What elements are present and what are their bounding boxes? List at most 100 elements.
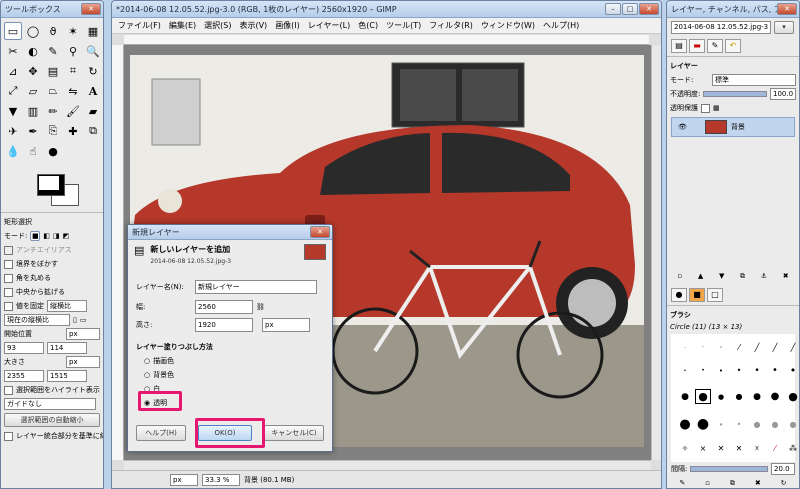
color-select-icon[interactable]: ▦ xyxy=(84,22,102,40)
menu-filters[interactable]: フィルタ(R) xyxy=(429,18,473,33)
brush-icon[interactable]: ● xyxy=(772,420,779,429)
duplicate-icon[interactable]: ⧉ xyxy=(740,272,745,281)
brush-icon[interactable]: ✕ xyxy=(736,444,743,453)
close-icon[interactable]: ✕ xyxy=(310,226,330,238)
width-input[interactable]: 2560 xyxy=(195,300,253,314)
radio-icon[interactable]: ○ xyxy=(144,357,150,365)
channels-tab-icon[interactable]: ▬ xyxy=(689,39,705,53)
airbrush-icon[interactable]: ✈ xyxy=(4,122,22,140)
rotate-icon[interactable]: ↻ xyxy=(84,62,102,80)
brush-icon[interactable]: • xyxy=(790,364,797,377)
highlight-row[interactable]: 選択範囲をハイライト表示 xyxy=(4,383,100,397)
blend-icon[interactable]: ▥ xyxy=(24,102,42,120)
anchor-icon[interactable]: ⚓ xyxy=(761,272,767,280)
horizontal-ruler[interactable] xyxy=(124,35,649,45)
pencil-icon[interactable]: ✏ xyxy=(44,102,62,120)
brush-icon[interactable]: ● xyxy=(718,393,724,401)
menu-windows[interactable]: ウィンドウ(W) xyxy=(481,18,535,33)
menu-edit[interactable]: 編集(E) xyxy=(169,18,196,33)
paths-tab-icon[interactable]: ✎ xyxy=(707,39,723,53)
brush-icon[interactable]: ● xyxy=(679,417,690,432)
eye-icon[interactable]: 👁 xyxy=(678,123,687,131)
brush-icon[interactable]: • xyxy=(737,420,742,429)
menu-help[interactable]: ヘルプ(H) xyxy=(543,18,579,33)
brush-icon[interactable]: ● xyxy=(681,392,689,402)
chain-icon[interactable]: ⛓ xyxy=(256,303,265,311)
flip-icon[interactable]: ⇋ xyxy=(64,82,82,100)
merge-row[interactable]: レイヤー統合部分を基準に縮小 xyxy=(4,429,103,443)
brush-icon[interactable]: ✧ xyxy=(682,444,689,453)
brush-icon[interactable]: ⁂ xyxy=(789,444,797,453)
expand-center-checkbox[interactable] xyxy=(4,287,13,297)
brush-icon[interactable]: · xyxy=(684,345,686,351)
brush-icon[interactable]: • xyxy=(701,367,705,374)
foreground-select-icon[interactable]: ◐ xyxy=(24,42,42,60)
brush-icon[interactable]: • xyxy=(684,368,687,374)
mode-replace-icon[interactable]: ■ xyxy=(30,231,41,241)
auto-button[interactable]: ▾ xyxy=(774,20,794,34)
dodge-burn-icon[interactable]: ● xyxy=(44,142,62,160)
opacity-slider[interactable] xyxy=(703,91,767,97)
size-h-field[interactable]: 1515 xyxy=(47,370,87,382)
blur-icon[interactable]: 💧 xyxy=(4,142,22,160)
lasso-icon[interactable]: ϑ xyxy=(44,22,62,40)
menu-tools[interactable]: ツール(T) xyxy=(386,18,421,33)
auto-shrink-button[interactable]: 選択範囲の自動縮小 xyxy=(4,413,100,427)
align-icon[interactable]: ▤ xyxy=(44,62,62,80)
brush-icon[interactable]: ● xyxy=(697,416,709,432)
size-w-field[interactable]: 2355 xyxy=(4,370,44,382)
fill-fg-row[interactable]: ○ 描画色 xyxy=(136,354,324,368)
brush-selected-icon[interactable]: ● xyxy=(695,389,711,404)
paintbrush-icon[interactable]: 🖌 xyxy=(64,102,82,120)
landscape-icon[interactable]: ▭ xyxy=(80,316,87,324)
fixed-checkbox[interactable] xyxy=(4,301,13,311)
rect-select-icon[interactable]: ▭ xyxy=(4,22,22,40)
measure-icon[interactable]: ⊿ xyxy=(4,62,22,80)
text-icon[interactable]: A xyxy=(84,82,102,100)
status-unit-select[interactable]: px xyxy=(170,473,198,486)
bucket-fill-icon[interactable]: ▼ xyxy=(4,102,22,120)
delete-brush-icon[interactable]: ✖ xyxy=(755,479,761,487)
layer-name-input[interactable]: 新規レイヤー xyxy=(195,280,317,294)
edit-brush-icon[interactable]: ✎ xyxy=(679,479,685,487)
guides-select[interactable]: ガイドなし xyxy=(4,398,96,410)
brush-icon[interactable]: ☓ xyxy=(755,444,759,453)
maximize-icon[interactable]: □ xyxy=(622,3,638,15)
fg-bg-colors[interactable] xyxy=(21,168,103,212)
lower-icon[interactable]: ▼ xyxy=(719,272,724,280)
height-input[interactable]: 1920 xyxy=(195,318,253,332)
cancel-button[interactable]: キャンセル(C) xyxy=(264,425,324,441)
brush-icon[interactable]: · xyxy=(702,344,704,351)
fill-bg-row[interactable]: ○ 背景色 xyxy=(136,368,324,382)
brush-icon[interactable]: ╱ xyxy=(755,343,760,352)
crop-icon[interactable]: ⌗ xyxy=(64,62,82,80)
menu-file[interactable]: ファイル(F) xyxy=(118,18,161,33)
brush-icon[interactable]: • xyxy=(737,366,742,375)
brushes-tab-icon[interactable]: ● xyxy=(671,288,687,302)
color-picker-icon[interactable]: ⚲ xyxy=(64,42,82,60)
close-icon[interactable]: ✕ xyxy=(81,3,101,15)
lock-checkbox[interactable] xyxy=(701,103,710,113)
rounded-row[interactable]: 角を丸める xyxy=(4,271,100,285)
brush-icon[interactable]: ⁄ xyxy=(774,444,775,453)
scale-icon[interactable]: ⤢ xyxy=(4,82,22,100)
brush-icon[interactable]: ╱ xyxy=(773,343,778,352)
pos-x-field[interactable]: 93 xyxy=(4,342,44,354)
fuzzy-select-icon[interactable]: ✶ xyxy=(64,22,82,40)
shear-icon[interactable]: ▱ xyxy=(24,82,42,100)
brush-icon[interactable]: · xyxy=(720,343,723,352)
menu-image[interactable]: 画像(I) xyxy=(275,18,300,33)
vertical-ruler[interactable] xyxy=(112,45,124,460)
perspective-clone-icon[interactable]: ⧉ xyxy=(84,122,102,140)
raise-icon[interactable]: ▲ xyxy=(698,272,703,280)
spacing-slider[interactable] xyxy=(690,466,768,472)
duplicate-brush-icon[interactable]: ⧉ xyxy=(730,479,735,488)
brush-icon[interactable]: ● xyxy=(790,420,797,429)
brush-icon[interactable]: • xyxy=(772,365,778,376)
new-layer-icon[interactable]: ▫ xyxy=(677,272,682,280)
antialias-checkbox[interactable] xyxy=(4,245,13,255)
layer-mode-select[interactable]: 標準 xyxy=(712,74,796,86)
menu-colors[interactable]: 色(C) xyxy=(358,18,378,33)
smudge-icon[interactable]: ☝ xyxy=(24,142,42,160)
brush-icon[interactable]: ● xyxy=(754,420,761,429)
